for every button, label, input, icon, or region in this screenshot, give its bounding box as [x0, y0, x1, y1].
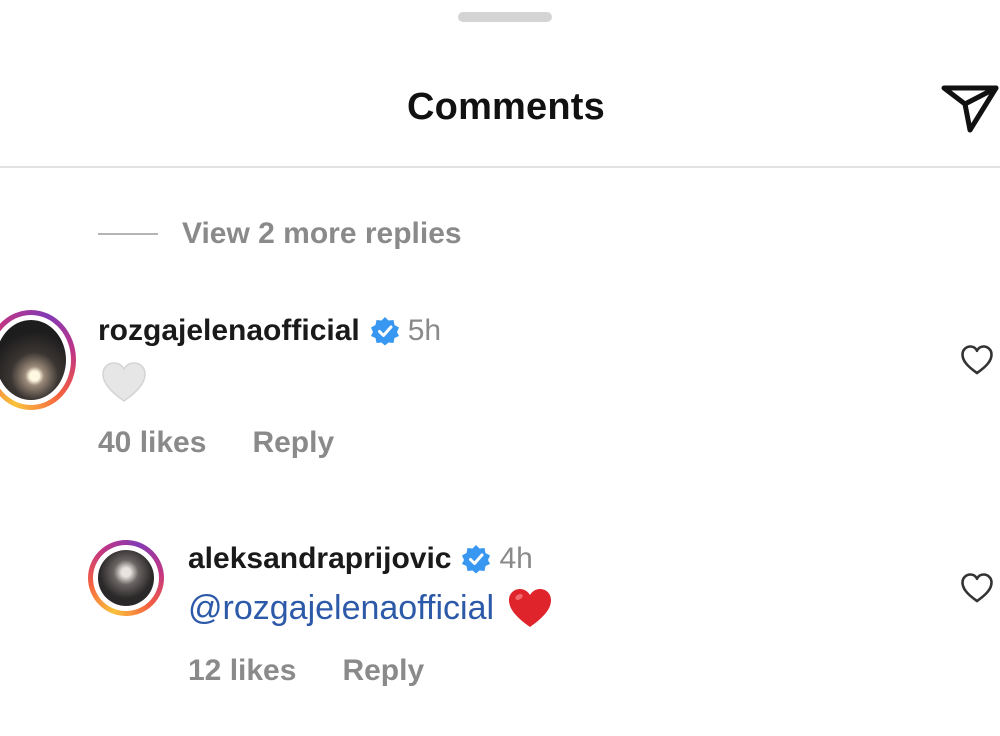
mention-link[interactable]: @rozgajelenaofficial	[188, 589, 494, 628]
verified-badge-icon	[370, 317, 399, 346]
view-more-replies-button[interactable]: View 2 more replies	[98, 214, 462, 254]
verified-badge-icon	[462, 545, 491, 574]
comment-timestamp: 5h	[407, 314, 442, 347]
comment-timestamp: 4h	[499, 542, 533, 575]
heart-outline-icon[interactable]	[960, 572, 994, 604]
view-more-replies-label: View 2 more replies	[182, 217, 462, 250]
divider-line	[98, 233, 158, 235]
username-link[interactable]: aleksandraprijovic	[188, 542, 451, 576]
avatar[interactable]	[88, 540, 164, 616]
comment-username: aleksandraprijovic 4h	[188, 538, 533, 580]
comment-username: rozgajelenaofficial 5h	[98, 310, 441, 352]
send-icon[interactable]	[938, 80, 1000, 136]
username-link[interactable]: rozgajelenaofficial	[98, 314, 360, 348]
comment-meta: 12 likes Reply	[188, 654, 424, 688]
likes-count[interactable]: 40 likes	[98, 426, 206, 460]
comment-meta: 40 likes Reply	[98, 426, 334, 460]
page-title: Comments	[407, 86, 605, 128]
comments-header: Comments	[0, 60, 1000, 168]
avatar-image	[98, 550, 154, 606]
heart-outline-icon[interactable]	[960, 344, 994, 376]
red-heart-emoji-icon	[509, 589, 552, 627]
reply-button[interactable]: Reply	[252, 426, 334, 460]
avatar-image	[0, 320, 66, 400]
avatar[interactable]	[0, 310, 76, 410]
reply-button[interactable]: Reply	[342, 654, 424, 688]
comment-text: @rozgajelenaofficial	[188, 586, 554, 630]
likes-count[interactable]: 12 likes	[188, 654, 296, 688]
white-heart-emoji-icon	[102, 362, 146, 402]
drag-handle[interactable]	[458, 12, 552, 22]
